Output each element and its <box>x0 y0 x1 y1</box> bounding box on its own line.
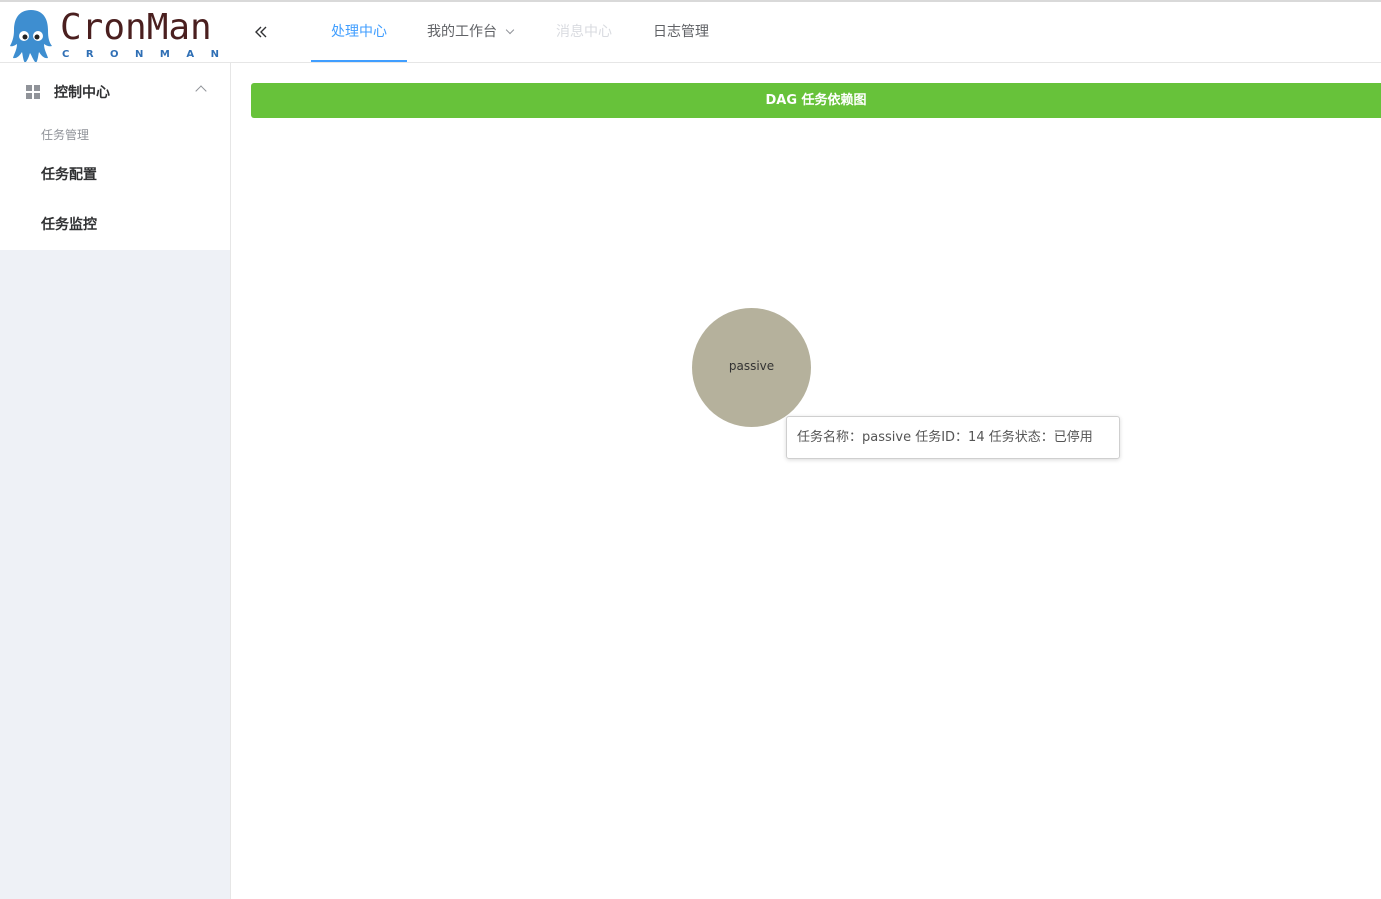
dag-node-label: passive <box>728 359 775 373</box>
chevron-down-icon <box>505 25 515 35</box>
chevron-up-icon <box>195 85 207 97</box>
dag-banner[interactable]: DAG 任务依赖图 <box>251 83 1381 118</box>
top-nav: 处理中心 我的工作台 消息中心 日志管理 <box>231 2 1381 63</box>
tab-processing-center[interactable]: 处理中心 <box>311 2 407 62</box>
logo-subtitle: CRONMAN <box>62 49 236 60</box>
octopus-mascot-icon <box>10 10 52 63</box>
sidebar-menu: 控制中心 任务管理 任务配置 任务监控 <box>0 62 230 250</box>
grid-icon <box>26 85 40 99</box>
tab-label: 日志管理 <box>653 24 709 40</box>
tab-my-workbench[interactable]: 我的工作台 <box>407 2 533 62</box>
tab-label: 处理中心 <box>331 24 387 40</box>
logo-title: CronMan <box>60 7 212 48</box>
app-logo[interactable]: CronMan CRONMAN <box>0 2 231 63</box>
sidebar-item-task-monitor[interactable]: 任务监控 <box>0 205 230 245</box>
collapse-sidebar-icon[interactable] <box>251 22 271 42</box>
sidebar-item-label: 任务监控 <box>41 217 97 233</box>
tab-label: 我的工作台 <box>427 24 497 40</box>
dag-node[interactable]: passive <box>692 308 811 427</box>
sidebar-item-label: 任务配置 <box>41 167 97 183</box>
tab-log-management[interactable]: 日志管理 <box>633 2 729 62</box>
submenu-control-center[interactable]: 控制中心 <box>0 63 230 121</box>
tab-label: 消息中心 <box>556 24 612 40</box>
node-tooltip: 任务名称：passive 任务ID：14 任务状态：已停用 <box>786 416 1120 459</box>
menu-group-title: 任务管理 <box>41 128 90 142</box>
tab-message-center: 消息中心 <box>536 2 632 62</box>
sidebar: CronMan CRONMAN 控制中心 任务管理 任务配置 任务监控 <box>0 2 231 899</box>
sidebar-item-task-config[interactable]: 任务配置 <box>0 155 230 195</box>
submenu-label: 控制中心 <box>54 85 110 101</box>
